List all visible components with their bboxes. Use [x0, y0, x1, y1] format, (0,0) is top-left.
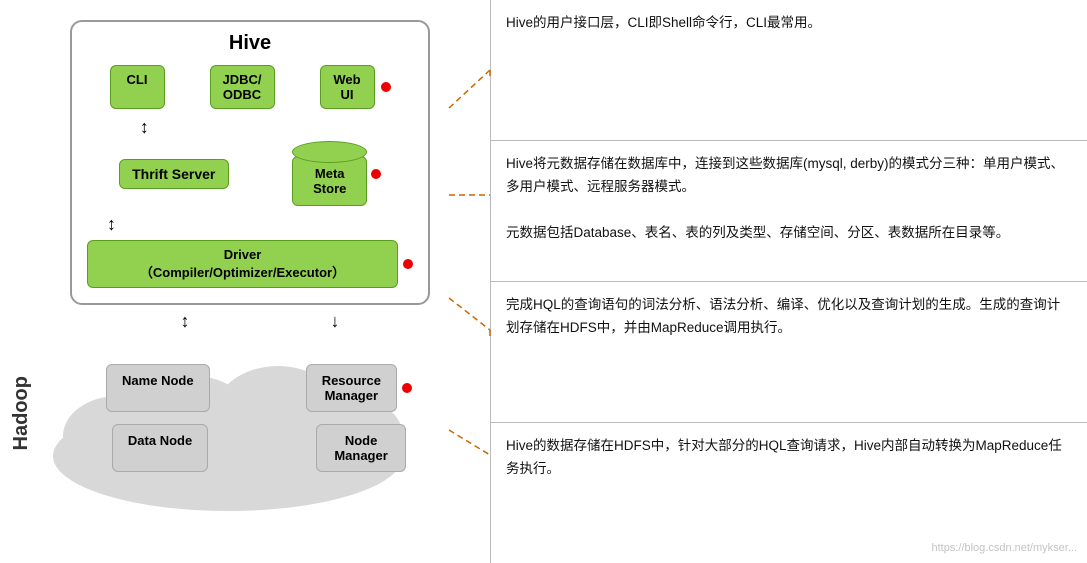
hive-title: Hive — [87, 32, 413, 55]
nodemanager-box: NodeManager — [316, 424, 406, 472]
cloud-top-row: Name Node ResourceManager — [58, 364, 460, 412]
description-area: Hive的用户接口层，CLI即Shell命令行，CLI最常用。 Hive将元数据… — [490, 0, 1087, 563]
cloud-content: Name Node ResourceManager Data Node Node… — [38, 336, 480, 490]
desc-block-4: Hive的数据存储在HDFS中，针对大部分的HQL查询请求，Hive内部自动转换… — [491, 423, 1087, 563]
arrow-hive-hadoop-1: ↕ — [181, 311, 190, 332]
cloud-bottom-row: Data Node NodeManager — [58, 424, 460, 472]
connector-dot-2 — [371, 169, 381, 179]
jdbc-box: JDBC/ODBC — [210, 65, 275, 109]
hadoop-wrapper: Hadoop Name Node — [10, 336, 480, 490]
hive-top-row: CLI JDBC/ODBC WebUI — [87, 65, 413, 109]
thrift-box: Thrift Server — [119, 159, 229, 189]
between-arrows: ↕ ↓ — [110, 311, 410, 332]
datanode-box: Data Node — [112, 424, 208, 472]
desc-block-2: Hive将元数据存储在数据库中，连接到这些数据库(mysql, derby)的模… — [491, 141, 1087, 282]
thrift-meta-row: Thrift Server MetaStore — [87, 141, 413, 206]
arrow-thrift-driver: ↕ — [107, 214, 116, 235]
metastore-cylinder: MetaStore — [292, 141, 367, 206]
connector-dot-4 — [402, 383, 412, 393]
driver-box: Driver（Compiler/Optimizer/Executor） — [87, 240, 398, 288]
metastore-top — [292, 141, 367, 163]
main-container: Hive CLI JDBC/ODBC WebUI ↕ T — [0, 0, 1087, 563]
webui-box: WebUI — [320, 65, 375, 109]
connector-dot-3 — [403, 259, 413, 269]
resourcemanager-box: ResourceManager — [306, 364, 397, 412]
diagram-area: Hive CLI JDBC/ODBC WebUI ↕ T — [0, 0, 490, 563]
arrow-hive-hadoop-2: ↓ — [331, 311, 340, 332]
cli-box: CLI — [110, 65, 165, 109]
arrow-down-1: ↕ — [140, 117, 149, 138]
desc-block-1: Hive的用户接口层，CLI即Shell命令行，CLI最常用。 — [491, 0, 1087, 141]
metastore-body: MetaStore — [292, 156, 367, 206]
desc-block-3: 完成HQL的查询语句的词法分析、语法分析、编译、优化以及查询计划的生成。生成的查… — [491, 282, 1087, 423]
driver-row: Driver（Compiler/Optimizer/Executor） — [87, 240, 413, 288]
hive-box: Hive CLI JDBC/ODBC WebUI ↕ T — [70, 20, 430, 305]
watermark: https://blog.csdn.net/mykser... — [931, 539, 1077, 558]
cloud-container: Name Node ResourceManager Data Node Node… — [38, 336, 480, 490]
namenode-box: Name Node — [106, 364, 210, 412]
hadoop-vertical-label: Hadoop — [10, 376, 33, 450]
connector-dot-1 — [381, 82, 391, 92]
